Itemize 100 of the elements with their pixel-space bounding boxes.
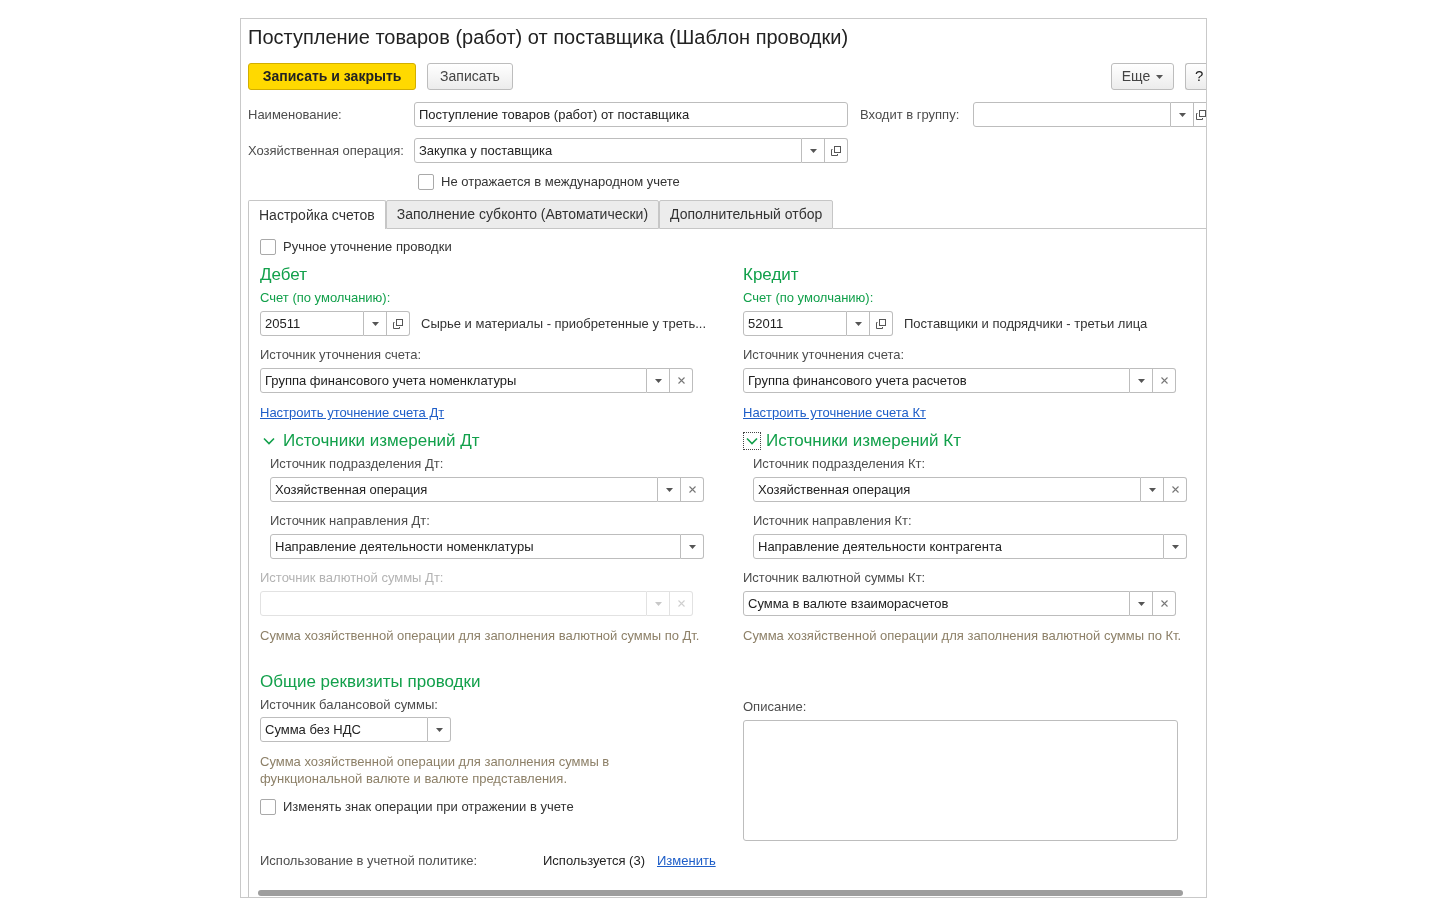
field-label: Источник валютной суммы Кт: — [743, 570, 927, 586]
chevron-down-icon — [263, 437, 275, 445]
collapse-toggle[interactable] — [743, 432, 761, 450]
field-label: Источник уточнения счета: — [743, 347, 906, 363]
checkbox-label: Не отражается в международном учете — [441, 174, 680, 190]
horizontal-scrollbar[interactable] — [258, 890, 1183, 896]
input-field[interactable]: Сумма без НДС — [260, 717, 428, 742]
save-close-button[interactable]: Записать и закрыть — [248, 63, 416, 90]
field-label: Источник направления Кт: — [753, 513, 913, 529]
section-heading: Дебет — [260, 265, 308, 285]
open-button[interactable] — [870, 311, 893, 336]
checkbox[interactable] — [260, 239, 276, 255]
dropdown-button[interactable] — [802, 138, 825, 163]
dropdown-button[interactable] — [1171, 102, 1194, 127]
field-label: Хозяйственная операция: — [248, 142, 405, 159]
input-field[interactable]: Сумма в валюте взаиморасчетов — [743, 591, 1130, 616]
hint-text: Сумма хозяйственной операции для заполнения суммы в функциональной валюте и валюте представления. — [260, 753, 611, 787]
input-field[interactable]: Группа финансового учета номенклатуры — [260, 368, 647, 393]
caret-down-icon — [654, 378, 662, 383]
settings-link[interactable]: Настроить уточнение счета Кт — [743, 405, 926, 421]
input-field[interactable]: Направление деятельности номенклатуры — [270, 534, 681, 559]
field-label: Источник валютной суммы Дт: — [260, 570, 445, 586]
help-button[interactable]: ? — [1185, 63, 1206, 90]
input-field[interactable]: Хозяйственная операция — [270, 477, 658, 502]
checkbox[interactable] — [260, 799, 276, 815]
caret-down-icon — [854, 321, 862, 326]
input-field[interactable]: Закупка у поставщика — [414, 138, 802, 163]
group-title: Источники измерений Дт — [283, 431, 480, 451]
open-window-icon — [1196, 109, 1206, 120]
description-field[interactable] — [743, 720, 1178, 841]
dropdown-button[interactable] — [847, 311, 870, 336]
clear-button[interactable] — [1164, 477, 1187, 502]
field-label: Счет (по умолчанию): — [743, 290, 875, 306]
tab[interactable]: Заполнение субконто (Автоматически) — [385, 200, 660, 229]
open-button[interactable] — [1194, 102, 1206, 127]
clear-button[interactable] — [670, 368, 693, 393]
dropdown-button[interactable] — [658, 477, 681, 502]
field-label: Источник направления Дт: — [270, 513, 431, 529]
input-field[interactable]: Группа финансового учета расчетов — [743, 368, 1130, 393]
dropdown-button[interactable] — [364, 311, 387, 336]
save-button[interactable]: Записать — [427, 63, 513, 90]
caret-down-icon — [435, 727, 443, 732]
clear-icon — [1160, 600, 1168, 607]
field-label: Счет (по умолчанию): — [260, 290, 392, 306]
dropdown-button[interactable] — [1130, 591, 1153, 616]
open-window-icon — [393, 318, 403, 329]
chevron-down-icon — [746, 437, 758, 445]
input-field[interactable]: 20511 — [260, 311, 364, 336]
open-window-icon — [876, 318, 886, 329]
caret-down-icon — [1137, 601, 1145, 606]
caret-down-icon — [1137, 378, 1145, 383]
input-field[interactable]: Хозяйственная операция — [753, 477, 1141, 502]
input-field[interactable]: Направление деятельности контрагента — [753, 534, 1164, 559]
input-field[interactable] — [973, 102, 1171, 127]
section-heading: Кредит — [743, 265, 800, 285]
open-button[interactable] — [387, 311, 410, 336]
clear-icon — [677, 377, 685, 384]
hint-text: Сумма хозяйственной операции для заполнения валютной суммы по Дт. — [260, 628, 701, 644]
clear-button[interactable] — [1153, 368, 1176, 393]
dropdown-button[interactable] — [1164, 534, 1187, 559]
tab[interactable]: Дополнительный отбор — [659, 200, 834, 229]
open-window-icon — [831, 145, 841, 156]
caret-down-icon — [654, 601, 662, 606]
dropdown-button[interactable] — [428, 717, 451, 742]
dropdown-button[interactable] — [1141, 477, 1164, 502]
field-label: Источник балансовой суммы: — [260, 697, 439, 713]
field-label: Источник подразделения Кт: — [753, 456, 927, 472]
checkbox[interactable] — [418, 174, 434, 190]
checkbox-label: Ручное уточнение проводки — [283, 239, 452, 255]
field-label: Источник подразделения Дт: — [270, 456, 445, 472]
more-button[interactable]: Еще — [1111, 63, 1174, 90]
input-field[interactable]: Поступление товаров (работ) от поставщика — [414, 102, 848, 127]
clear-icon — [1171, 486, 1179, 493]
dropdown-button[interactable] — [647, 368, 670, 393]
field-label: Входит в группу: — [860, 106, 961, 123]
checkbox-label: Изменять знак операции при отражении в учете — [283, 799, 574, 815]
caret-down-icon — [1171, 544, 1179, 549]
field-label: Использование в учетной политике: — [260, 853, 479, 869]
dropdown-button[interactable] — [1130, 368, 1153, 393]
field-label: Наименование: — [248, 106, 343, 123]
caret-down-icon — [1148, 487, 1156, 492]
hint-text: Сумма хозяйственной операции для заполнения валютной суммы по Кт. — [743, 628, 1183, 644]
dropdown-button[interactable] — [681, 534, 704, 559]
change-link[interactable]: Изменить — [657, 853, 716, 869]
input-field[interactable]: 52011 — [743, 311, 847, 336]
field-label: Описание: — [743, 699, 808, 715]
caret-down-icon — [665, 487, 673, 492]
caret-down-icon — [1156, 74, 1164, 79]
caret-down-icon — [688, 544, 696, 549]
clear-icon — [688, 486, 696, 493]
tab[interactable]: Настройка счетов — [248, 200, 386, 229]
clear-icon — [1160, 377, 1168, 384]
open-button[interactable] — [825, 138, 848, 163]
clear-icon — [677, 600, 685, 607]
clear-button[interactable] — [681, 477, 704, 502]
section-heading: Общие реквизиты проводки — [260, 672, 482, 692]
clear-button[interactable] — [1153, 591, 1176, 616]
settings-link[interactable]: Настроить уточнение счета Дт — [260, 405, 445, 421]
account-name: Поставщики и подрядчики - третьи лица — [904, 314, 1148, 333]
field-label: Источник уточнения счета: — [260, 347, 423, 363]
